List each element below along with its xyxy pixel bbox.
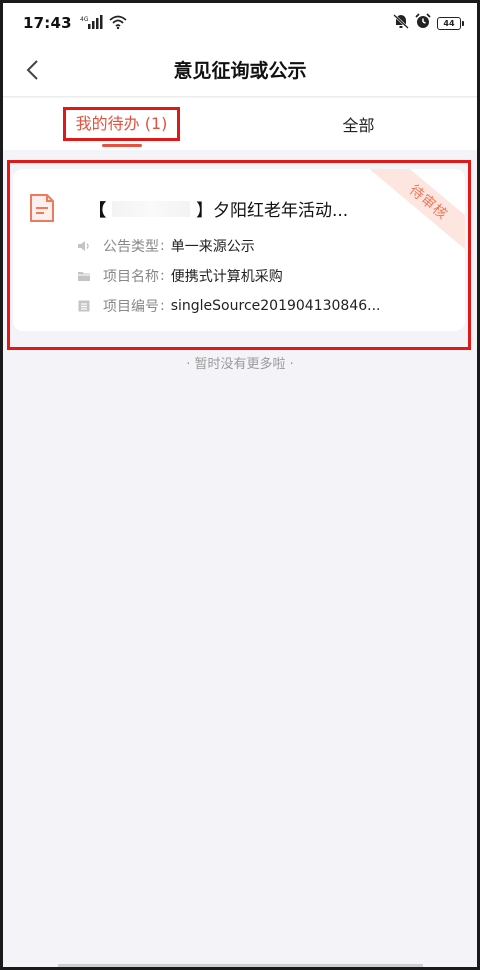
status-bar: 17:43 4G 44 [3, 3, 477, 43]
info-label: 公告类型 [103, 239, 159, 255]
tab-bar: 我的待办 (1) 全部 [3, 98, 477, 150]
page-header: 意见征询或公示 [3, 43, 477, 97]
label-separator: : [160, 268, 165, 284]
status-right-icons: 44 [393, 13, 464, 33]
info-label: 项目名称 [103, 269, 159, 285]
tab-all[interactable]: 全部 [240, 98, 477, 150]
card-title-prefix: 【 [89, 201, 106, 221]
signal-icon: 4G [80, 14, 104, 33]
wifi-icon [109, 14, 127, 33]
label-separator: : [160, 298, 165, 314]
document-icon [29, 193, 55, 227]
no-more-text: · 暂时没有更多啦 · [186, 357, 294, 372]
info-value: 单一来源公示 [170, 239, 255, 255]
mute-icon [393, 13, 409, 33]
card-title: 【 】夕阳红老年活动... [89, 196, 348, 221]
info-row-project-name: 项目名称 : 便携式计算机采购 [77, 266, 283, 286]
status-time: 17:43 [23, 14, 72, 32]
active-tab-indicator [101, 144, 142, 147]
status-ribbon: 待审核 [367, 169, 465, 257]
info-value: singleSource201904130846... [170, 298, 381, 314]
page-title: 意见征询或公示 [173, 60, 307, 82]
app-screen: 17:43 4G 44 意见征询或公示 我的待办 (1) 全部 【 】夕阳红老年… [3, 3, 477, 967]
chevron-left-icon [26, 60, 38, 80]
network-type-text: 4G [80, 16, 89, 23]
redacted-title-text [112, 200, 190, 217]
label-separator: : [160, 238, 165, 254]
info-row-notice-type: 公告类型 : 单一来源公示 [77, 236, 255, 256]
alarm-icon [415, 13, 431, 33]
status-left-icons: 4G [80, 14, 127, 33]
folder-icon [77, 269, 91, 283]
card-title-text: 】夕阳红老年活动... [196, 201, 349, 221]
home-indicator [58, 964, 423, 967]
tab-all-label: 全部 [342, 116, 375, 135]
back-button[interactable] [17, 55, 47, 85]
info-row-project-number: 项目编号 : singleSource201904130846... [77, 296, 381, 316]
tab-my-todo[interactable]: 我的待办 (1) [3, 98, 240, 150]
info-value: 便携式计算机采购 [170, 269, 283, 285]
info-label: 项目编号 [103, 299, 159, 315]
list-icon [77, 299, 91, 313]
speaker-icon [77, 239, 91, 253]
battery-icon: 44 [437, 16, 464, 30]
tab-my-todo-label: 我的待办 (1) [62, 107, 181, 141]
notice-card[interactable]: 【 】夕阳红老年活动... 待审核 公告类型 : 单一来源公示 项目名称: 便… [13, 169, 465, 331]
